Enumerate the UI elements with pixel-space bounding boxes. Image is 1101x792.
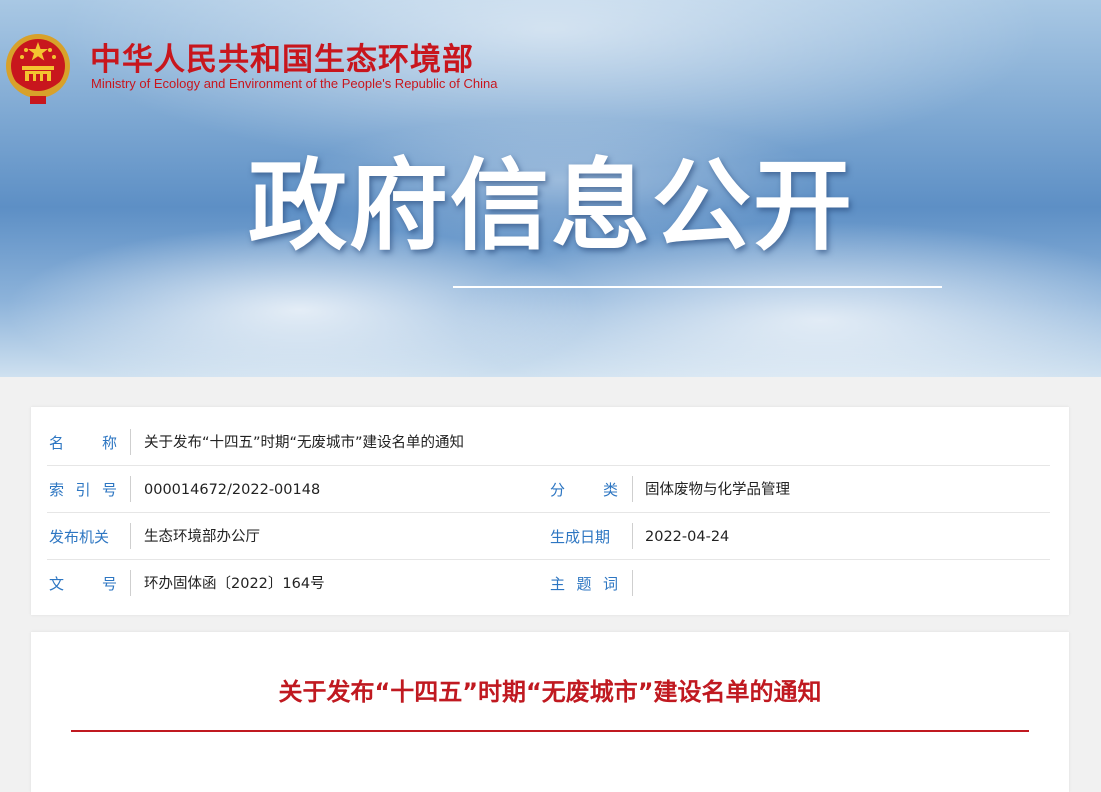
divider xyxy=(130,523,131,549)
org-name-en: Ministry of Ecology and Environment of t… xyxy=(91,76,498,91)
divider xyxy=(632,570,633,596)
divider xyxy=(632,476,633,502)
info-row-issuer: 发布机关 生态环境部办公厅 生成日期 2022-04-24 xyxy=(47,513,1050,560)
section-title: 政府信息公开 xyxy=(248,149,854,264)
info-row-index: 索引号 000014672/2022-00148 分类 固体废物与化学品管理 xyxy=(47,466,1050,513)
info-row-name: 名称 关于发布“十四五”时期“无废城市”建设名单的通知 xyxy=(47,419,1050,466)
doc-no-label: 文号 xyxy=(49,575,117,593)
info-row-doc-no: 文号 环办固体函〔2022〕164号 主题词 xyxy=(47,560,1050,606)
document-content-panel: 关于发布“十四五”时期“无废城市”建设名单的通知 xyxy=(31,632,1069,792)
index-label: 索引号 xyxy=(49,481,117,499)
issuer-value: 生态环境部办公厅 xyxy=(144,529,260,545)
issuer-label: 发布机关 xyxy=(49,528,110,546)
divider xyxy=(130,429,131,455)
name-label: 名称 xyxy=(49,434,117,452)
document-title: 关于发布“十四五”时期“无废城市”建设名单的通知 xyxy=(278,678,822,706)
doc-no-value: 环办固体函〔2022〕164号 xyxy=(144,576,325,592)
name-value: 关于发布“十四五”时期“无废城市”建设名单的通知 xyxy=(144,435,465,451)
title-divider xyxy=(71,730,1029,732)
org-name-cn: 中华人民共和国生态环境部 xyxy=(90,42,474,78)
divider xyxy=(130,570,131,596)
category-label: 分类 xyxy=(550,481,618,499)
date-label: 生成日期 xyxy=(550,528,611,546)
national-emblem-icon xyxy=(6,34,70,104)
divider xyxy=(130,476,131,502)
date-value: 2022-04-24 xyxy=(645,529,730,545)
divider xyxy=(632,523,633,549)
category-value: 固体废物与化学品管理 xyxy=(645,482,790,498)
document-info-panel: 名称 关于发布“十四五”时期“无废城市”建设名单的通知 索引号 00001467… xyxy=(31,407,1069,615)
index-value: 000014672/2022-00148 xyxy=(144,482,321,498)
title-underline xyxy=(453,286,942,288)
keywords-label: 主题词 xyxy=(550,575,618,593)
header-banner: 中华人民共和国生态环境部 Ministry of Ecology and Env… xyxy=(0,0,1101,377)
